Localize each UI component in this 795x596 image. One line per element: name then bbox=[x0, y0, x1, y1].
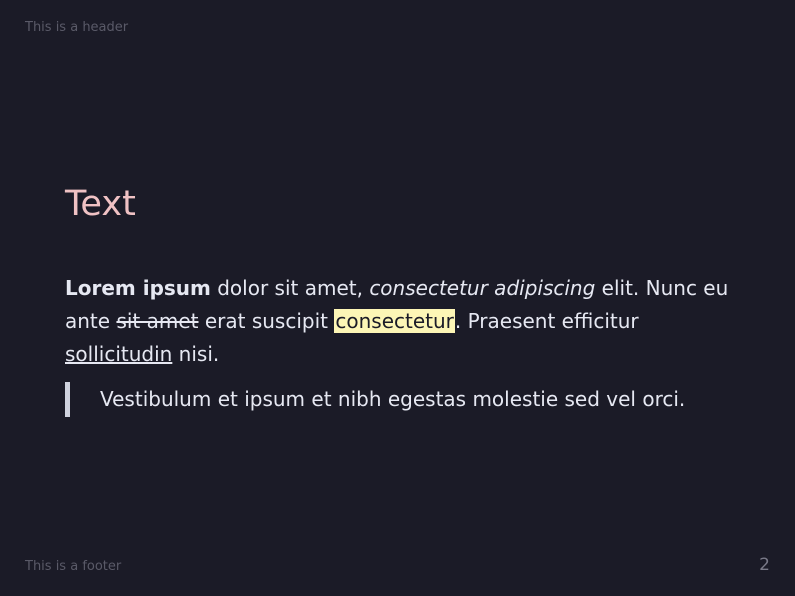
body-paragraph: Lorem ipsum dolor sit amet, consectetur … bbox=[65, 272, 745, 371]
plain-text: nisi. bbox=[172, 342, 220, 366]
plain-text: . Praesent efficitur bbox=[454, 309, 639, 333]
bold-text: Lorem ipsum bbox=[65, 276, 211, 300]
plain-text: dolor sit amet, bbox=[210, 276, 370, 300]
page-number: 2 bbox=[759, 555, 770, 575]
slide-header: This is a header bbox=[25, 20, 129, 35]
strikethrough-text: sit amet bbox=[116, 309, 199, 333]
blockquote: Vestibulum et ipsum et nibh egestas mole… bbox=[65, 382, 745, 417]
underlined-text: sollicitudin bbox=[65, 342, 173, 366]
italic-text: consectetur adipiscing bbox=[369, 276, 596, 300]
slide-title: Text bbox=[65, 184, 136, 224]
plain-text: erat suscipit bbox=[198, 309, 335, 333]
highlighted-text: consectetur bbox=[334, 309, 455, 333]
slide-footer: This is a footer bbox=[25, 559, 122, 574]
